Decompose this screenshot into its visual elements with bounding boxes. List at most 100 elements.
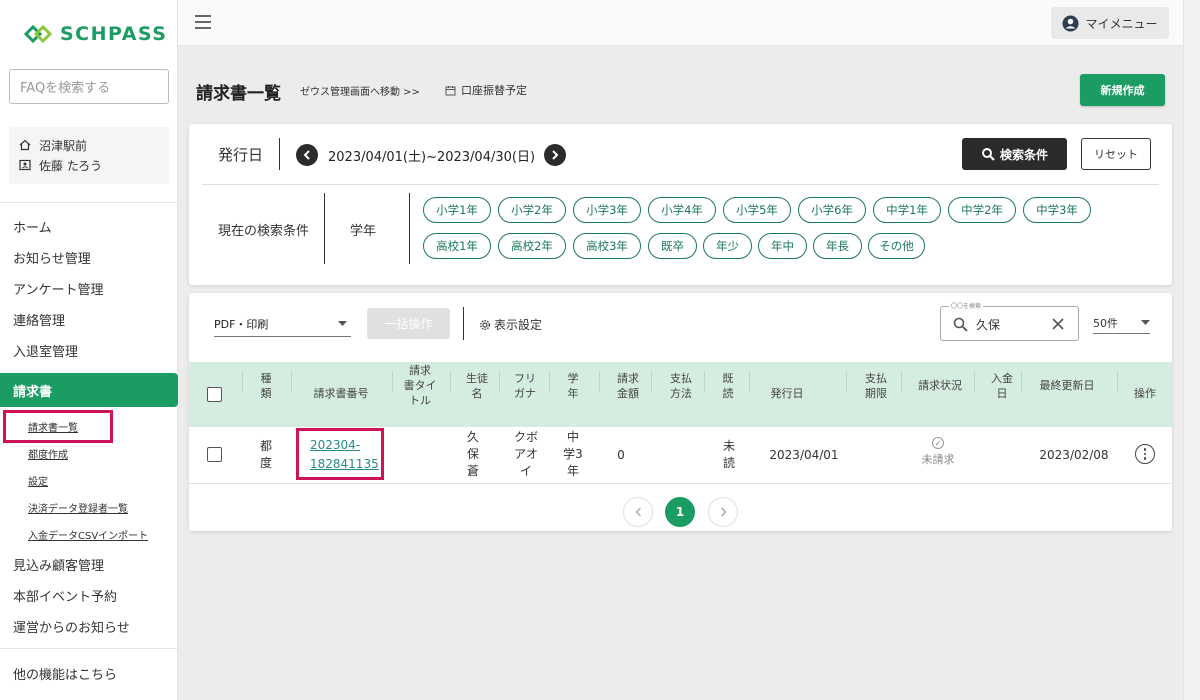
pdf-print-select[interactable]: PDF・印刷: [214, 311, 351, 337]
invoice-list-card: PDF・印刷 一括操作 表示設定 〇〇を検索 久保 50件 種 類 請求書番号 …: [189, 293, 1172, 531]
page-size-value: 50件: [1093, 316, 1118, 330]
search-icon: [981, 148, 995, 161]
grade-chip[interactable]: 中学2年: [948, 197, 1016, 223]
grade-chip[interactable]: 既卒: [648, 233, 697, 259]
cell-read: 未 読: [722, 439, 735, 470]
home-icon: [19, 139, 31, 151]
grade-chip[interactable]: 高校3年: [573, 233, 641, 259]
issue-date-label: 発行日: [218, 146, 264, 164]
nav-news[interactable]: お知らせ管理: [13, 248, 91, 267]
nav-invoice[interactable]: 請求書: [0, 373, 178, 407]
search-conditions-button[interactable]: 検索条件: [962, 138, 1067, 170]
dropdown-arrow-icon: [1141, 319, 1150, 325]
page-size-select[interactable]: 50件: [1093, 312, 1150, 334]
column-separator: [499, 371, 500, 393]
grade-chip[interactable]: 小学4年: [648, 197, 716, 223]
col-title: 請求 書タイ トル: [403, 364, 437, 407]
row-checkbox[interactable]: [207, 447, 222, 462]
my-menu-button[interactable]: マイメニュー: [1051, 7, 1169, 39]
grade-chip[interactable]: 小学6年: [798, 197, 866, 223]
next-page-button[interactable]: [708, 497, 738, 527]
new-create-button[interactable]: 新規作成: [1080, 74, 1165, 106]
sub-csv-import[interactable]: 入金データCSVインポート: [28, 527, 148, 542]
location-name: 沼津駅前: [39, 138, 88, 153]
user-box: 沼津駅前 佐藤 たろう: [9, 127, 169, 184]
column-separator: [651, 371, 652, 393]
search-legend: 〇〇を検索: [949, 301, 984, 310]
grade-chip[interactable]: 中学1年: [873, 197, 941, 223]
cell-kana: クボ アオ イ: [513, 430, 538, 478]
zeus-link[interactable]: ゼウス管理画面へ移動 >>: [300, 83, 420, 98]
table-header: 種 類 請求書番号 請求 書タイ トル 生徒 名 フリ ガナ 学 年 請求 金額…: [189, 362, 1172, 427]
col-updated: 最終更新日: [1039, 379, 1095, 392]
grade-chip[interactable]: 中学3年: [1023, 197, 1091, 223]
col-grade: 学 年: [567, 372, 579, 400]
col-issued: 発行日: [770, 387, 804, 400]
col-status: 請求状況: [918, 379, 962, 392]
reset-button[interactable]: リセット: [1081, 138, 1151, 170]
col-method: 支払 方法: [670, 372, 692, 400]
grade-chip[interactable]: 年長: [813, 233, 862, 259]
bulk-action-button[interactable]: 一括操作: [367, 308, 450, 339]
grade-chip[interactable]: 高校2年: [498, 233, 566, 259]
column-separator: [291, 371, 292, 393]
account-icon: [1062, 15, 1079, 31]
table-row[interactable]: 都 度 202304- 182841135 久 保 蒼 クボ アオ イ 中 学3…: [189, 427, 1172, 484]
faq-search-input[interactable]: FAQを検索する: [9, 69, 169, 104]
grade-chip[interactable]: 高校1年: [423, 233, 491, 259]
pdf-print-label: PDF・印刷: [214, 317, 269, 331]
clear-icon[interactable]: [1052, 318, 1064, 330]
scrollbar[interactable]: [1183, 0, 1200, 700]
col-read: 既 読: [722, 372, 734, 400]
separator: [409, 193, 410, 264]
divider: [0, 648, 178, 649]
grade-chip[interactable]: 小学3年: [573, 197, 641, 223]
cell-kind: 都 度: [259, 439, 272, 470]
name-search-input[interactable]: 〇〇を検索 久保: [940, 301, 1079, 341]
grade-chip[interactable]: その他: [868, 233, 925, 259]
transfer-label: 口座振替予定: [461, 84, 527, 97]
nav-home[interactable]: ホーム: [13, 217, 52, 236]
grade-chip[interactable]: 年少: [703, 233, 752, 259]
nav-prospects[interactable]: 見込み顧客管理: [13, 555, 104, 574]
nav-entry-exit[interactable]: 入退室管理: [13, 341, 78, 360]
sub-settings[interactable]: 設定: [28, 473, 48, 488]
prev-page-button[interactable]: [623, 497, 653, 527]
billing-status: ✓ 未請求: [914, 437, 962, 467]
grade-chip[interactable]: 年中: [758, 233, 807, 259]
hamburger-menu-icon[interactable]: [195, 15, 211, 29]
search-icon: [953, 317, 968, 332]
date-range: 2023/04/01(土)~2023/04/30(日): [328, 150, 536, 165]
column-separator: [974, 371, 975, 393]
grade-chip[interactable]: 小学5年: [723, 197, 791, 223]
more-options-icon[interactable]: [1135, 444, 1155, 464]
schpass-logo[interactable]: SCHPASS: [22, 22, 167, 46]
prev-month-button[interactable]: [296, 144, 318, 166]
nav-more-features[interactable]: 他の機能はこちら: [13, 664, 117, 683]
page-title: 請求書一覧: [196, 84, 281, 104]
highlight-box: [3, 410, 113, 443]
nav-operator-news[interactable]: 運営からのお知らせ: [13, 617, 130, 636]
current-conditions-label: 現在の検索条件: [218, 224, 310, 239]
col-ops: 操作: [1134, 387, 1156, 400]
display-settings-button[interactable]: 表示設定: [479, 316, 542, 333]
calendar-icon: [445, 85, 456, 95]
nav-contact[interactable]: 連絡管理: [13, 310, 65, 329]
grade-chip[interactable]: 小学1年: [423, 197, 491, 223]
sub-payment-registrants[interactable]: 決済データ登録者一覧: [28, 500, 128, 515]
grade-chip[interactable]: 小学2年: [498, 197, 566, 223]
select-all-checkbox[interactable]: [207, 387, 222, 402]
transfer-schedule-link[interactable]: 口座振替予定: [445, 82, 527, 98]
cell-grade: 中 学3 年: [563, 430, 583, 478]
id-card-icon: [19, 159, 31, 171]
nav-hq-events[interactable]: 本部イベント予約: [13, 586, 117, 605]
column-separator: [901, 371, 902, 393]
chevron-right-icon: [720, 507, 727, 517]
next-month-button[interactable]: [544, 144, 566, 166]
dropdown-arrow-icon: [338, 320, 347, 326]
col-student: 生徒 名: [466, 372, 488, 400]
page-1-button[interactable]: 1: [665, 497, 695, 527]
nav-survey[interactable]: アンケート管理: [13, 279, 103, 298]
sub-ad-hoc-create[interactable]: 都度作成: [28, 446, 68, 461]
cell-student: 久 保 蒼: [466, 430, 479, 478]
